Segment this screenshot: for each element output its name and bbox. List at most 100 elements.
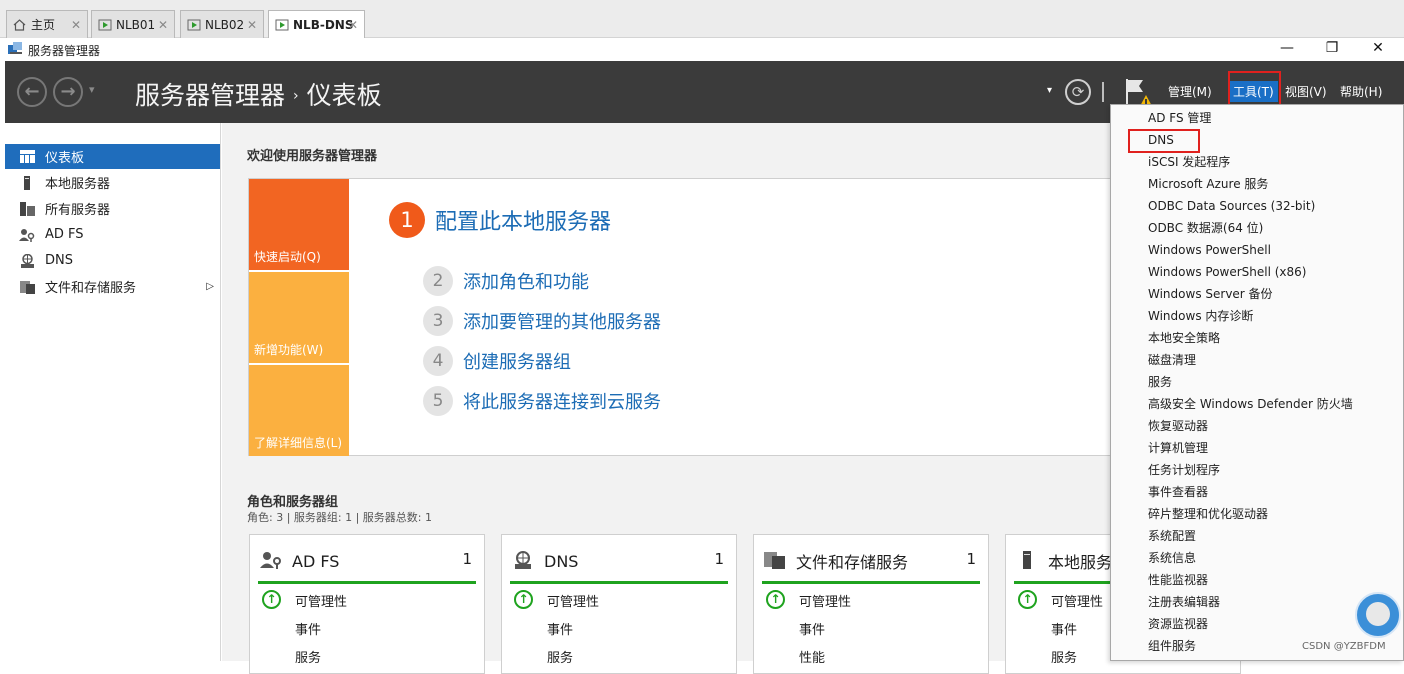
sidebar-item-label: 文件和存储服务 bbox=[45, 281, 137, 296]
card-row-services[interactable]: 服务 bbox=[295, 647, 321, 666]
role-card-dns[interactable]: DNS 1 ↑ 可管理性 事件 服务 bbox=[501, 534, 737, 674]
menu-item-recovery-drive[interactable]: 恢复驱动器 bbox=[1111, 415, 1403, 437]
roles-summary: 角色: 3 | 服务器组: 1 | 服务器总数: 1 bbox=[247, 511, 433, 524]
step-create-group[interactable]: 4 创建服务器组 bbox=[423, 346, 571, 376]
step-add-servers[interactable]: 3 添加要管理的其他服务器 bbox=[423, 306, 661, 336]
card-row-events[interactable]: 事件 bbox=[295, 619, 321, 638]
window-title-bar: 服务器管理器 — ❐ ✕ bbox=[0, 38, 1404, 61]
sidebar-item-file-storage[interactable]: 文件和存储服务 ▷ bbox=[5, 274, 220, 299]
card-row-services[interactable]: 服务 bbox=[1051, 647, 1077, 666]
close-icon[interactable]: ✕ bbox=[348, 18, 358, 32]
status-up-icon: ↑ bbox=[766, 590, 785, 609]
minimize-button[interactable]: — bbox=[1264, 38, 1310, 61]
learn-more-tile[interactable]: 了解详细信息(L) bbox=[249, 365, 349, 456]
file-storage-icon bbox=[19, 280, 35, 294]
tab-nlb01[interactable]: NLB01 ✕ bbox=[91, 10, 175, 38]
tab-label: NLB02 bbox=[205, 17, 245, 32]
role-card-adfs[interactable]: AD FS 1 ↑ 可管理性 事件 服务 bbox=[249, 534, 485, 674]
step-link[interactable]: 添加要管理的其他服务器 bbox=[463, 308, 661, 334]
menu-item-server-backup[interactable]: Windows Server 备份 bbox=[1111, 283, 1403, 305]
menu-item-odbc-32[interactable]: ODBC Data Sources (32-bit) bbox=[1111, 195, 1403, 217]
card-row-events[interactable]: 事件 bbox=[547, 619, 573, 638]
card-row-performance[interactable]: 性能 bbox=[799, 647, 825, 666]
step-link[interactable]: 将此服务器连接到云服务 bbox=[463, 388, 661, 414]
menu-item-computer-management[interactable]: 计算机管理 bbox=[1111, 437, 1403, 459]
menu-item-powershell[interactable]: Windows PowerShell bbox=[1111, 239, 1403, 261]
sidebar-item-dns[interactable]: DNS bbox=[5, 248, 220, 273]
tab-nlb02[interactable]: NLB02 ✕ bbox=[180, 10, 264, 38]
step-link[interactable]: 配置此本地服务器 bbox=[435, 204, 611, 236]
step-number: 4 bbox=[423, 346, 453, 376]
assistant-avatar[interactable] bbox=[1355, 592, 1401, 638]
tile-label: 快速启动(Q) bbox=[254, 250, 321, 264]
menu-view[interactable]: 视图(V) bbox=[1285, 83, 1327, 100]
card-row-services[interactable]: 服务 bbox=[547, 647, 573, 666]
menu-item-adfs-management[interactable]: AD FS 管理 bbox=[1111, 107, 1403, 129]
menu-item-task-scheduler[interactable]: 任务计划程序 bbox=[1111, 459, 1403, 481]
menu-item-powershell-x86[interactable]: Windows PowerShell (x86) bbox=[1111, 261, 1403, 283]
card-row-events[interactable]: 事件 bbox=[1051, 619, 1077, 638]
menu-item-event-viewer[interactable]: 事件查看器 bbox=[1111, 481, 1403, 503]
card-row-events[interactable]: 事件 bbox=[799, 619, 825, 638]
tab-label: 主页 bbox=[31, 18, 56, 32]
menu-item-defender-firewall[interactable]: 高级安全 Windows Defender 防火墙 bbox=[1111, 393, 1403, 415]
sidebar-item-label: DNS bbox=[45, 253, 73, 268]
menu-help[interactable]: 帮助(H) bbox=[1340, 83, 1382, 100]
tab-label: NLB01 bbox=[116, 17, 156, 32]
restore-button[interactable]: ❐ bbox=[1309, 38, 1355, 61]
menu-item-memory-diagnostic[interactable]: Windows 内存诊断 bbox=[1111, 305, 1403, 327]
card-title[interactable]: AD FS bbox=[292, 552, 339, 571]
menu-manage[interactable]: 管理(M) bbox=[1168, 83, 1212, 100]
step-configure-local-server[interactable]: 1 配置此本地服务器 bbox=[389, 202, 611, 238]
server-icon bbox=[19, 175, 35, 190]
tools-menu-highlight-box bbox=[1228, 71, 1281, 108]
step-number: 1 bbox=[389, 202, 425, 238]
step-link[interactable]: 创建服务器组 bbox=[463, 348, 571, 374]
breadcrumb-page: 仪表板 bbox=[306, 81, 382, 110]
menu-item-performance-monitor[interactable]: 性能监视器 bbox=[1111, 569, 1403, 591]
menu-item-defragment[interactable]: 碎片整理和优化驱动器 bbox=[1111, 503, 1403, 525]
card-row-manageability[interactable]: 可管理性 bbox=[547, 591, 599, 610]
sidebar-item-adfs[interactable]: AD FS bbox=[5, 222, 220, 247]
tab-nlb-dns[interactable]: NLB-DNS ✕ bbox=[268, 10, 365, 39]
status-up-icon: ↑ bbox=[262, 590, 281, 609]
breadcrumb-app[interactable]: 服务器管理器 bbox=[135, 81, 285, 110]
menu-item-system-information[interactable]: 系统信息 bbox=[1111, 547, 1403, 569]
step-add-roles[interactable]: 2 添加角色和功能 bbox=[423, 266, 589, 296]
card-row-manageability[interactable]: 可管理性 bbox=[295, 591, 347, 610]
card-row-manageability[interactable]: 可管理性 bbox=[1051, 591, 1103, 610]
card-row-manageability[interactable]: 可管理性 bbox=[799, 591, 851, 610]
menu-item-iscsi-initiator[interactable]: iSCSI 发起程序 bbox=[1111, 151, 1403, 173]
menu-item-azure-services[interactable]: Microsoft Azure 服务 bbox=[1111, 173, 1403, 195]
tab-home[interactable]: 主页 ✕ bbox=[6, 10, 88, 38]
card-title[interactable]: 文件和存储服务 bbox=[796, 549, 908, 573]
forward-button[interactable]: → bbox=[53, 77, 83, 107]
menu-item-system-configuration[interactable]: 系统配置 bbox=[1111, 525, 1403, 547]
menu-item-disk-cleanup[interactable]: 磁盘清理 bbox=[1111, 349, 1403, 371]
expand-arrow-icon[interactable]: ▷ bbox=[206, 281, 214, 292]
close-window-button[interactable]: ✕ bbox=[1355, 38, 1401, 61]
header-dropdown[interactable]: ▾ bbox=[1047, 85, 1052, 96]
whats-new-tile[interactable]: 新增功能(W) bbox=[249, 272, 349, 363]
quick-start-tile[interactable]: 快速启动(Q) bbox=[249, 179, 349, 270]
breadcrumb-separator: › bbox=[293, 88, 299, 104]
browser-tab-strip: 主页 ✕ NLB01 ✕ NLB02 ✕ NLB-DNS ✕ bbox=[0, 0, 1404, 39]
menu-item-odbc-64[interactable]: ODBC 数据源(64 位) bbox=[1111, 217, 1403, 239]
close-icon[interactable]: ✕ bbox=[247, 18, 257, 32]
refresh-button[interactable]: ⟳ bbox=[1065, 79, 1091, 105]
menu-item-services[interactable]: 服务 bbox=[1111, 371, 1403, 393]
step-link[interactable]: 添加角色和功能 bbox=[463, 268, 589, 294]
role-card-file-storage[interactable]: 文件和存储服务 1 ↑ 可管理性 事件 性能 bbox=[753, 534, 989, 674]
close-icon[interactable]: ✕ bbox=[71, 18, 81, 32]
menu-item-local-security-policy[interactable]: 本地安全策略 bbox=[1111, 327, 1403, 349]
back-button[interactable]: ← bbox=[17, 77, 47, 107]
history-dropdown[interactable]: ▾ bbox=[89, 83, 95, 96]
sidebar-item-all-servers[interactable]: 所有服务器 bbox=[5, 196, 220, 221]
card-title[interactable]: DNS bbox=[544, 552, 578, 571]
close-icon[interactable]: ✕ bbox=[158, 18, 168, 32]
dns-icon bbox=[512, 551, 534, 571]
step-connect-cloud[interactable]: 5 将此服务器连接到云服务 bbox=[423, 386, 661, 416]
sidebar-item-dashboard[interactable]: 仪表板 bbox=[5, 144, 220, 169]
sidebar-item-local-server[interactable]: 本地服务器 bbox=[5, 170, 220, 195]
adfs-icon bbox=[19, 228, 35, 242]
